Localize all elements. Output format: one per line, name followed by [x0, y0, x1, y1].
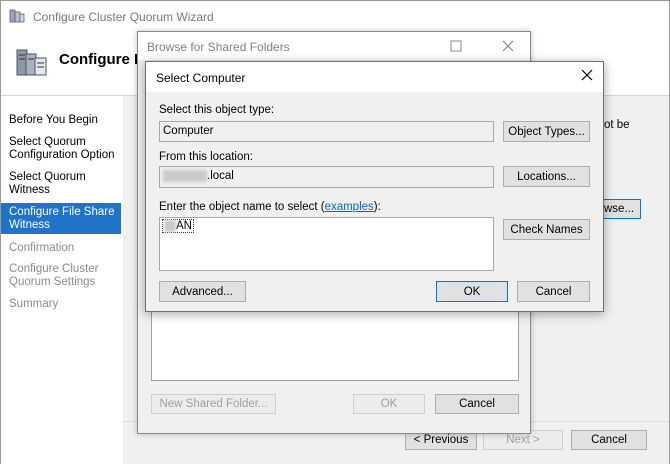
wizard-partial-text: ot be — [604, 119, 630, 131]
locations-button[interactable]: Locations... — [503, 166, 590, 187]
browse-close-icon[interactable] — [498, 36, 518, 56]
nav-item-file-share-witness[interactable]: Configure File Share Witness — [1, 203, 121, 234]
location-suffix: .local — [207, 170, 234, 182]
object-name-input[interactable]: AN — [159, 217, 494, 271]
select-titlebar: Select Computer — [146, 62, 603, 92]
close-icon[interactable] — [576, 66, 598, 88]
redacted-domain — [163, 169, 207, 182]
object-types-button[interactable]: Object Types... — [503, 121, 590, 142]
nav-item-before-you-begin[interactable]: Before You Begin — [1, 114, 121, 127]
object-type-label: Select this object type: — [159, 104, 275, 116]
wizard-heading: Configure F — [59, 51, 144, 68]
nav-item-configure-settings: Configure Cluster Quorum Settings — [9, 263, 99, 288]
browse-ok-button[interactable]: OK — [353, 394, 425, 414]
select-computer-dialog: Select Computer Select this object type:… — [145, 61, 604, 312]
wizard-nav: Before You Begin Select Quorum Configura… — [1, 96, 123, 464]
location-field: .local — [159, 166, 494, 188]
browse-titlebar: Browse for Shared Folders — [138, 32, 530, 60]
select-title: Select Computer — [156, 71, 246, 85]
advanced-button[interactable]: Advanced... — [159, 281, 246, 302]
maximize-icon[interactable] — [446, 36, 466, 56]
shared-folders-tree[interactable] — [151, 307, 519, 381]
wizard-titlebar: Configure Cluster Quorum Wizard — [1, 1, 669, 31]
examples-link[interactable]: examples — [325, 201, 374, 213]
object-name-suffix: AN — [176, 220, 192, 233]
cancel-button[interactable]: Cancel — [517, 281, 590, 302]
check-names-button[interactable]: Check Names — [503, 219, 590, 240]
nav-item-quorum-witness[interactable]: Select Quorum Witness — [1, 171, 121, 197]
location-label: From this location: — [159, 151, 253, 163]
nav-item-summary: Summary — [9, 298, 59, 310]
browse-title: Browse for Shared Folders — [147, 40, 290, 54]
wizard-cancel-button[interactable]: Cancel — [571, 430, 647, 450]
object-name-value: AN — [162, 219, 194, 234]
new-shared-folder-button[interactable]: New Shared Folder... — [151, 394, 276, 414]
ok-button[interactable]: OK — [436, 281, 508, 302]
object-type-field: Computer — [159, 121, 494, 142]
object-name-label: Enter the object name to select (example… — [159, 201, 381, 213]
redacted-name — [164, 220, 176, 232]
browse-cancel-button[interactable]: Cancel — [435, 394, 519, 414]
object-name-label-prefix: Enter the object name to select ( — [159, 201, 325, 213]
nav-item-quorum-option[interactable]: Select Quorum Configuration Option — [1, 136, 121, 162]
cluster-app-icon — [9, 9, 25, 23]
nav-item-confirmation: Confirmation — [9, 242, 75, 254]
object-name-label-suffix: ): — [373, 201, 381, 213]
cluster-servers-icon — [16, 49, 47, 76]
wizard-title: Configure Cluster Quorum Wizard — [33, 10, 214, 24]
